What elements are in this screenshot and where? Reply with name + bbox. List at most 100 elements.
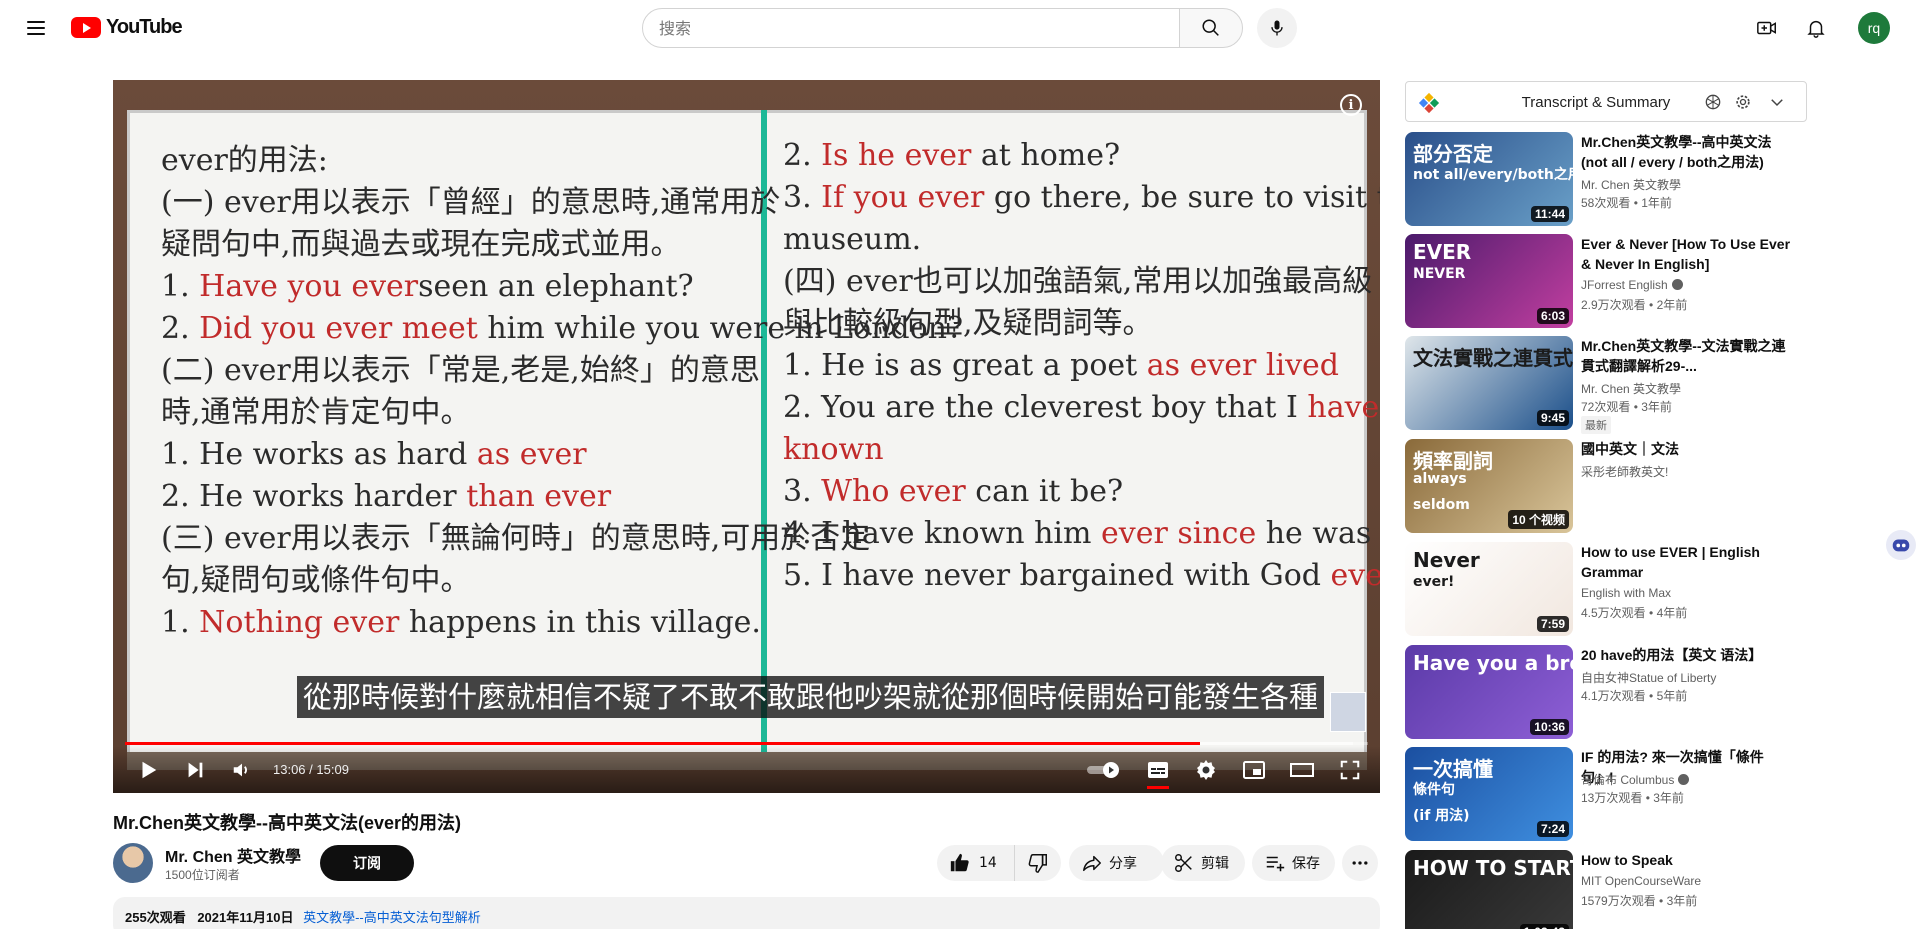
recommendation-thumbnail[interactable]: HOW TO START 1:03:43 [1405,850,1573,929]
autoplay-toggle[interactable] [1084,755,1124,785]
channel-name[interactable]: Mr. Chen 英文教學 [165,843,301,867]
voice-search-button[interactable] [1257,8,1297,48]
info-icon[interactable]: i [1340,94,1362,116]
settings-button[interactable] [1191,755,1221,785]
whiteboard-text: museum. [783,222,922,257]
thumbnail-text: seldom [1413,497,1470,513]
account-avatar[interactable]: rq [1858,12,1890,44]
recommendation-title[interactable]: Mr.Chen英文教學--文法實戰之連貫式翻譯解析29-... [1581,336,1791,376]
youtube-logo[interactable]: YouTube [71,16,183,39]
clip-button[interactable]: 剪辑 [1161,845,1245,881]
whiteboard-text: (二) ever用以表示「常是,老是,始終」的意思 [161,353,760,388]
whiteboard-text: 2. [783,138,822,173]
next-button[interactable] [180,755,210,785]
recommendation-views: 2.9万次观看 [1581,298,1646,312]
whiteboard-highlight-text: than ever [466,479,612,514]
recommendation-card[interactable]: 一次搞懂 條件句 (if 用法) 7:24 IF 的用法? 來一次搞懂「條件句」! 哥倫布… [1405,747,1825,841]
whiteboard-text: 1. [161,269,200,304]
whiteboard-highlight-text: Have you ever [199,269,419,304]
save-button[interactable]: 保存 [1252,845,1335,881]
recommendation-channel[interactable]: MIT OpenCourseWare [1581,874,1701,888]
recommendation-channel[interactable]: 哥倫布 Columbus [1581,771,1690,788]
recommendation-title[interactable]: How to use EVER | English Grammar [1581,542,1791,582]
miniplayer-button[interactable] [1239,755,1269,785]
recommendation-age: 3年前 [1641,400,1672,414]
recommendation-card[interactable]: Never ever! 7:59 How to use EVER | English … [1405,542,1825,636]
mute-button[interactable] [227,755,257,785]
recommendation-title[interactable]: Ever & Never [How To Use Ever & Never In… [1581,234,1791,274]
whiteboard-text: 2. You are the cleverest boy that I [783,390,1308,425]
playlist-tag-link[interactable]: 英文教學--高中英文法句型解析 [303,910,481,925]
play-button[interactable] [133,755,163,785]
progress-bar[interactable] [125,742,1368,745]
whiteboard-text: 1. He is as great a poet [783,348,1147,383]
like-button[interactable]: 14 [937,845,1015,881]
recommendation-thumbnail[interactable]: EVER NEVER 6:03 [1405,234,1573,328]
recommendation-card[interactable]: Have you a brother? 10:36 20 have的用法【英文 语法… [1405,645,1825,739]
create-button[interactable] [1751,12,1783,44]
recommendation-thumbnail[interactable]: 一次搞懂 條件句 (if 用法) 7:24 [1405,747,1573,841]
meta-separator: • [1645,606,1657,620]
more-actions-button[interactable] [1342,845,1378,881]
video-player[interactable]: ever的用法: (一) ever用以表示「曾經」的意思時,通常用於 疑問句中,而… [113,80,1380,793]
theater-mode-button[interactable] [1287,755,1317,785]
whiteboard-text: (四) ever也可以加強語氣,常用以加強最高級 [783,264,1373,299]
recommendation-channel[interactable]: English with Max [1581,586,1671,600]
subscribe-button[interactable]: 订阅 [320,845,414,881]
transcript-expand-button[interactable] [1766,91,1788,113]
whiteboard-line: (一) ever用以表示「曾經」的意思時,通常用於 [161,182,780,224]
hamburger-menu-icon[interactable] [20,12,52,44]
share-icon [1083,855,1101,872]
gear-icon [1197,760,1215,780]
recommendation-meta: 2.9万次观看 • 2年前 [1581,296,1687,313]
recommendation-thumbnail[interactable]: 部分否定not all/every/both之用法 11:44 [1405,132,1573,226]
recommendation-card[interactable]: HOW TO START 1:03:43 How to Speak MIT OpenC… [1405,850,1825,929]
share-label: 分享 [1109,856,1137,872]
whiteboard-text: go there, be sure to visit the [993,180,1380,215]
channel-avatar[interactable] [113,843,153,883]
subtitles-button[interactable] [1143,755,1173,785]
recommendation-card[interactable]: 頻率副詞 always seldom 10 个视频 國中英文｜文法 采彤老師教英文! [1405,439,1825,533]
recommendation-card[interactable]: 部分否定not all/every/both之用法 11:44 Mr.Chen英文教… [1405,132,1825,226]
recommendation-channel[interactable]: Mr. Chen 英文教學 [1581,380,1681,397]
thumbnail-text: 部分否定 [1413,142,1493,166]
recommendation-channel[interactable]: Mr. Chen 英文教學 [1581,176,1681,193]
whiteboard-text: happens in this village. [399,605,761,640]
recommendation-views: 4.1万次观看 [1581,689,1646,703]
whiteboard-right-column: 2. Is he ever at home? 3. If you ever go … [783,135,1380,597]
dislike-button[interactable] [1015,845,1061,881]
description-box[interactable]: 255次观看 2021年11月10日 英文教學--高中英文法句型解析 [113,897,1380,929]
search-button[interactable] [1179,8,1243,48]
thumbnail-text: ever! [1413,574,1455,590]
openai-icon [1705,94,1721,110]
recommendation-thumbnail[interactable]: 頻率副詞 always seldom 10 个视频 [1405,439,1573,533]
whiteboard-line: 時,通常用於肯定句中。 [161,392,761,434]
recommendation-channel[interactable]: 自由女神Statue of Liberty [1581,669,1716,686]
recommendation-channel[interactable]: 采彤老師教英文! [1581,463,1668,480]
recommendation-title[interactable]: 20 have的用法【英文 语法】 [1581,645,1791,665]
transcript-settings-button[interactable] [1732,91,1754,113]
whiteboard-line: 2. He works harder than ever [161,476,761,518]
channel-name: Mr. Chen 英文教學 [1581,382,1682,396]
meta-separator: • [1642,791,1654,805]
share-button[interactable]: 分享 [1069,845,1164,881]
notifications-button[interactable] [1800,12,1832,44]
recommendation-title[interactable]: 國中英文｜文法 [1581,439,1791,459]
thumbnail-text: 一次搞懂 [1413,757,1493,781]
recommendation-thumbnail[interactable]: 文法實戰之連貫式翻譯解析 9:45 [1405,336,1573,430]
recommendation-card[interactable]: 文法實戰之連貫式翻譯解析 9:45 Mr.Chen英文教學--文法實戰之連貫式翻譯解… [1405,336,1825,434]
transcript-summary-bar[interactable]: Transcript & Summary [1405,81,1807,122]
recommendation-thumbnail[interactable]: Never ever! 7:59 [1405,542,1573,636]
recommendation-thumbnail[interactable]: Have you a brother? 10:36 [1405,645,1573,739]
recommendation-title[interactable]: Mr.Chen英文教學--高中英文法(not all / every / bot… [1581,132,1791,172]
whiteboard-highlight-text: Did you ever meet [199,311,478,346]
recommendation-card[interactable]: EVER NEVER 6:03 Ever & Never [How To Use Ev… [1405,234,1825,328]
recommendation-title[interactable]: How to Speak [1581,850,1791,870]
progress-played [125,742,1201,745]
openai-button[interactable] [1702,91,1724,113]
video-duration-badge: 7:59 [1536,616,1569,632]
recommendation-channel[interactable]: JForrest English [1581,278,1683,292]
assistant-bubble[interactable] [1886,530,1916,560]
fullscreen-button[interactable] [1335,755,1365,785]
search-input[interactable] [659,18,1179,38]
